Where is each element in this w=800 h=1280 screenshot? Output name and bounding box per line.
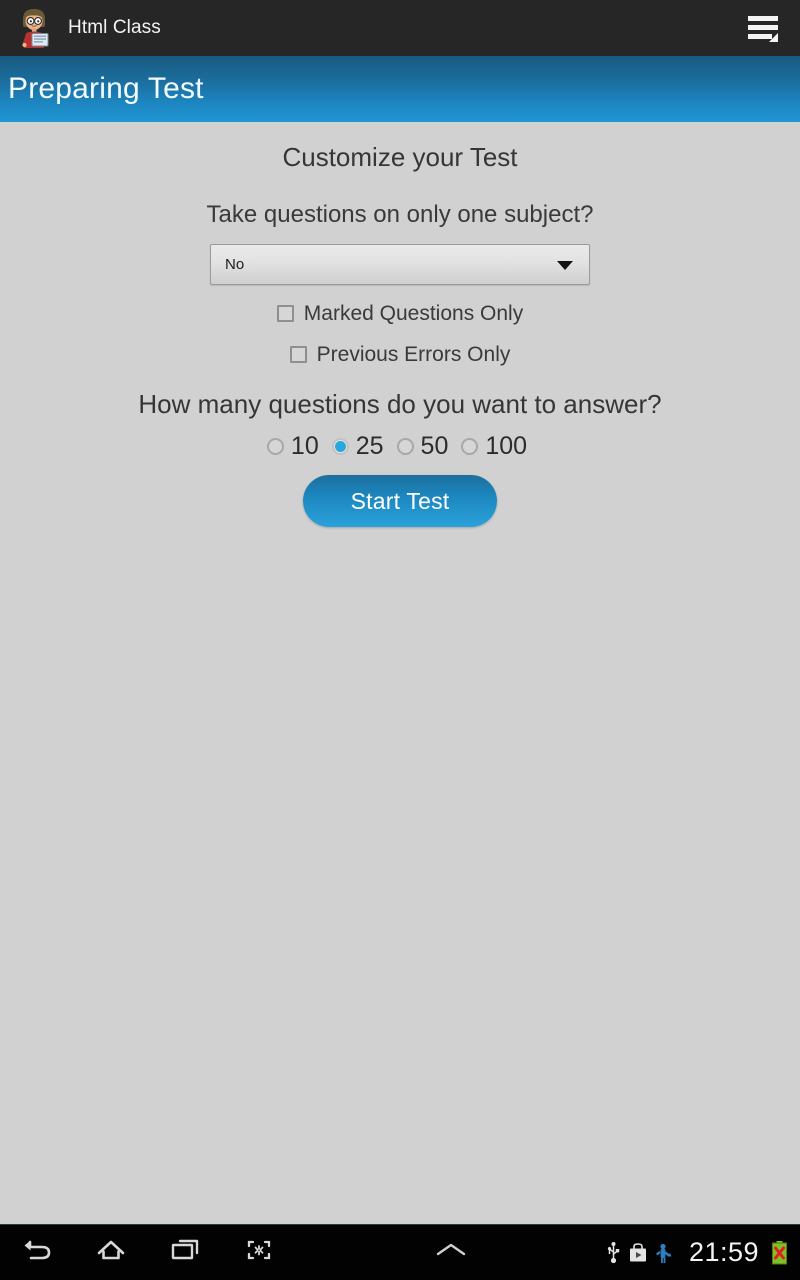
menu-fold-corner [769,33,778,42]
page-title: Preparing Test [8,72,204,105]
student-avatar-icon [14,6,54,50]
radio-item-25[interactable]: 25 [331,432,390,461]
app-title: Html Class [68,17,161,38]
start-test-button[interactable]: Start Test [303,475,497,528]
start-button-wrapper: Start Test [0,475,800,528]
recent-apps-button[interactable] [148,1225,222,1280]
radio-item-50[interactable]: 50 [396,432,455,461]
system-navigation-bar: 21:59 [0,1224,800,1280]
screenshot-icon [242,1237,276,1268]
app-root: Html Class Preparing Test Customize your… [0,0,800,1280]
status-tray[interactable]: 21:59 [606,1237,800,1268]
radio-label-50: 50 [420,432,449,461]
marked-questions-label: Marked Questions Only [303,301,524,325]
page-header: Preparing Test [0,56,800,122]
question-count-radio-group: 10 25 50 100 [0,432,800,461]
hamburger-menu-icon[interactable] [746,11,780,45]
count-question-label: How many questions do you want to answer… [138,388,662,419]
radio-item-100[interactable]: 100 [461,432,533,461]
home-button[interactable] [74,1225,148,1280]
chevron-down-icon [557,261,573,271]
menu-bar-2 [748,25,778,30]
battery-error-icon [771,1240,788,1266]
menu-bar-1 [748,16,778,21]
checkbox-row-marked[interactable]: Marked Questions Only [0,302,800,326]
back-arrow-icon [20,1237,54,1268]
radio-label-100: 100 [485,432,528,461]
expand-notifications-button[interactable] [414,1225,488,1280]
radio-label-25: 25 [355,432,384,461]
section-title: Customize your Test [282,142,518,172]
radio-25[interactable] [331,438,349,456]
home-icon [94,1237,128,1268]
subject-question-label: Take questions on only one subject? [206,201,594,229]
play-store-icon [628,1242,648,1264]
main-content: Customize your Test Take questions on on… [0,122,800,1224]
checkbox-row-previous-errors[interactable]: Previous Errors Only [0,343,800,367]
screenshot-button[interactable] [222,1225,296,1280]
subject-select[interactable]: No [210,243,590,285]
radio-item-10[interactable]: 10 [266,432,325,461]
previous-errors-label: Previous Errors Only [316,342,511,366]
chevron-up-icon [433,1239,469,1266]
recent-apps-icon [168,1237,202,1268]
usb-icon [606,1241,621,1265]
radio-50[interactable] [396,438,414,456]
radio-label-10: 10 [290,432,319,461]
app-bar: Html Class [0,0,800,56]
subject-select-wrapper: No [0,243,800,285]
marked-questions-checkbox[interactable] [276,305,294,323]
radio-100[interactable] [461,438,479,456]
subject-select-value: No [225,255,245,273]
status-clock: 21:59 [688,1237,760,1267]
radio-10[interactable] [266,438,284,456]
back-button[interactable] [0,1225,74,1280]
android-debug-icon [655,1242,673,1264]
previous-errors-checkbox[interactable] [289,346,307,364]
